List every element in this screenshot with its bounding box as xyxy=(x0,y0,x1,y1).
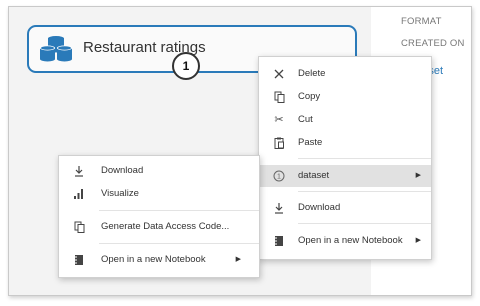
scissors-icon: ✂ xyxy=(274,114,284,126)
menu-item-label: Open in a new Notebook xyxy=(101,254,206,265)
menu-item-label: Generate Data Access Code... xyxy=(101,221,230,232)
close-icon xyxy=(272,63,286,85)
menu-separator xyxy=(298,158,431,159)
notebook-icon xyxy=(272,230,286,252)
download-icon xyxy=(72,160,86,182)
submenu-arrow-icon: ▶ xyxy=(415,237,421,244)
menu-item-cut[interactable]: ✂ Cut xyxy=(259,109,431,131)
format-label: FORMAT xyxy=(401,16,442,27)
submenu-item-generate-code[interactable]: Generate Data Access Code... xyxy=(59,216,259,238)
bar-chart-icon xyxy=(72,183,86,205)
menu-item-label: Open in a new Notebook xyxy=(298,235,403,246)
output-port-badge[interactable]: 1 xyxy=(172,52,200,80)
dataset-submenu: Download Visualize Generate Data Access … xyxy=(58,155,260,278)
copy-icon xyxy=(272,86,286,108)
menu-item-label: Download xyxy=(101,165,144,176)
database-icon xyxy=(39,36,75,62)
paste-icon xyxy=(272,132,286,154)
menu-item-delete[interactable]: Delete xyxy=(259,63,431,85)
download-icon xyxy=(272,197,286,219)
port-icon: 1 xyxy=(272,165,286,187)
menu-item-download[interactable]: Download xyxy=(259,197,431,219)
experiment-canvas: FORMAT CREATED ON dataset Re xyxy=(8,6,472,296)
menu-item-open-notebook[interactable]: Open in a new Notebook ▶ xyxy=(259,230,431,252)
svg-text:1: 1 xyxy=(277,174,281,181)
menu-separator xyxy=(99,243,259,244)
menu-item-label: Download xyxy=(298,202,341,213)
menu-separator xyxy=(298,223,431,224)
menu-separator xyxy=(99,210,259,211)
context-menu: Delete Copy ✂ Cut Paste 1 dataset ▶ Down… xyxy=(258,56,432,260)
menu-item-label: Copy xyxy=(298,91,321,102)
menu-item-label: Visualize xyxy=(101,188,139,199)
submenu-item-open-notebook[interactable]: Open in a new Notebook ▶ xyxy=(59,249,259,271)
menu-item-copy[interactable]: Copy xyxy=(259,86,431,108)
menu-item-paste[interactable]: Paste xyxy=(259,132,431,154)
created-on-label: CREATED ON xyxy=(401,38,465,49)
submenu-item-download[interactable]: Download xyxy=(59,160,259,182)
submenu-arrow-icon: ▶ xyxy=(415,172,421,179)
submenu-arrow-icon: ▶ xyxy=(235,256,241,263)
menu-item-dataset[interactable]: 1 dataset ▶ xyxy=(259,165,431,187)
submenu-item-visualize[interactable]: Visualize xyxy=(59,183,259,205)
notebook-icon xyxy=(72,249,86,271)
menu-separator xyxy=(298,191,431,192)
menu-item-label: dataset xyxy=(298,170,330,181)
menu-item-label: Cut xyxy=(298,114,313,125)
menu-item-label: Paste xyxy=(298,137,323,148)
menu-item-label: Delete xyxy=(298,68,326,79)
copy-icon xyxy=(72,216,86,238)
